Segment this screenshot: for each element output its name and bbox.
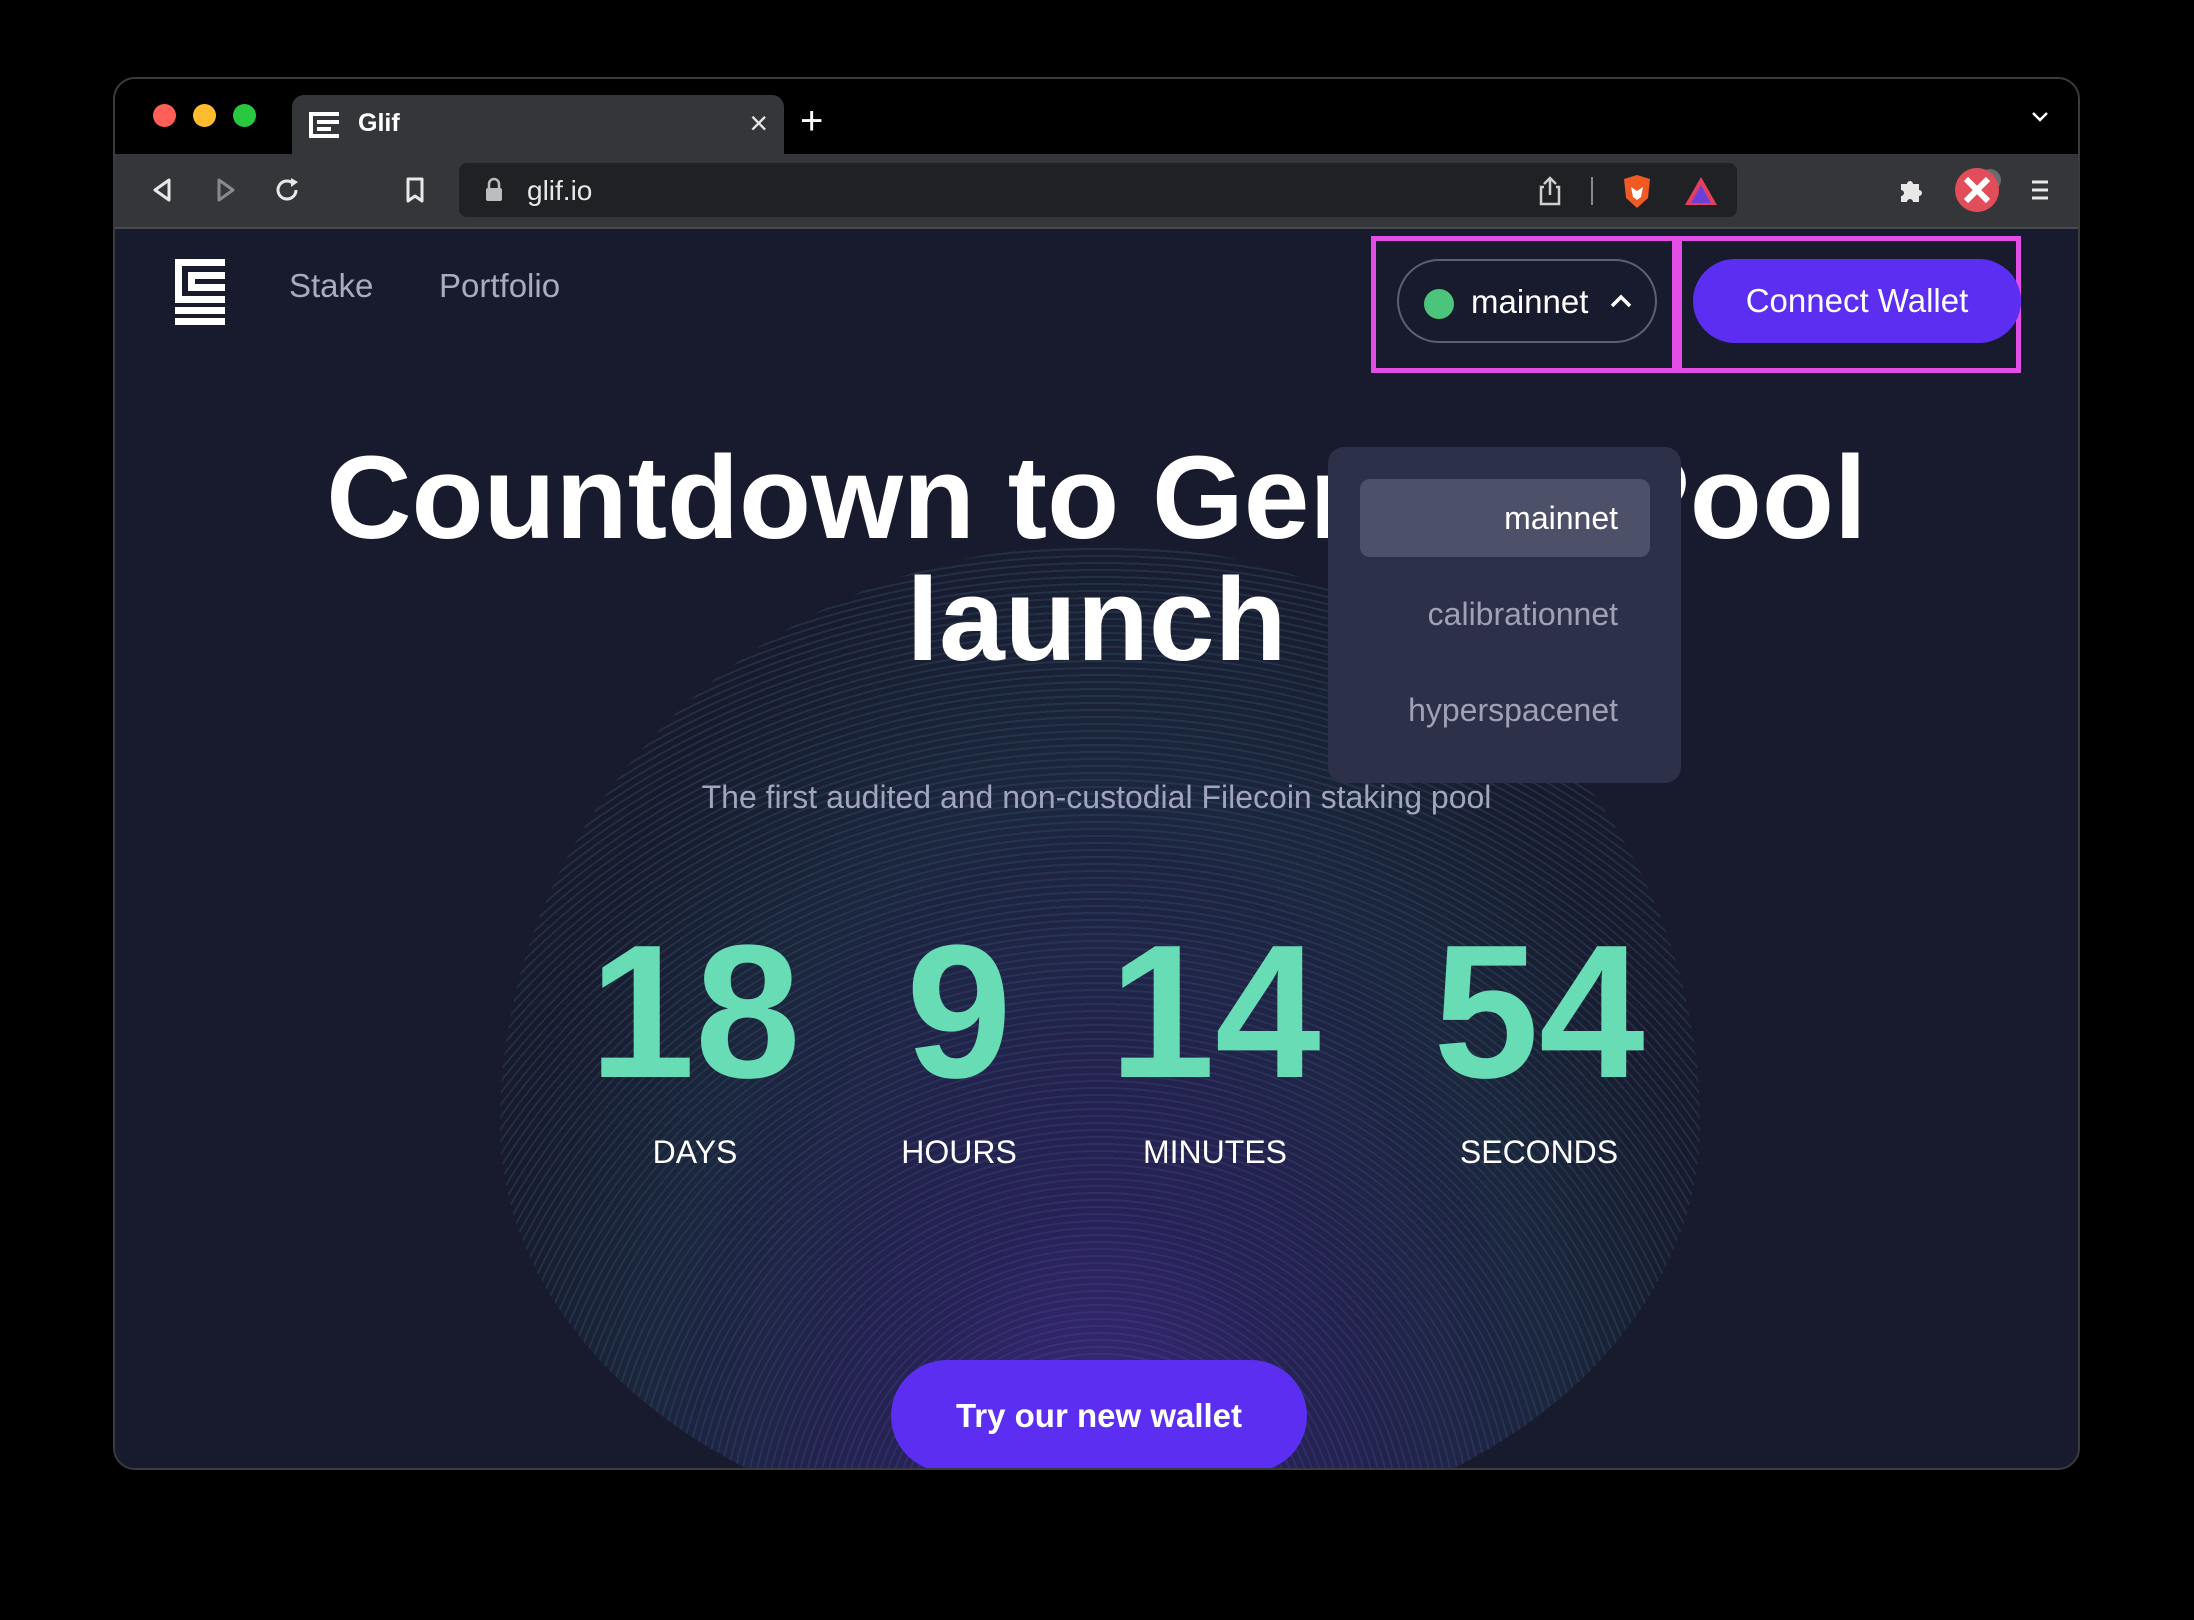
try-new-wallet-button[interactable]: Try our new wallet — [891, 1360, 1307, 1468]
browser-window: Glif × + glif.io Stake Portfolio mainnet… — [113, 77, 2080, 1470]
bookmark-icon[interactable] — [397, 172, 433, 208]
countdown-days: 18 — [589, 906, 801, 1118]
back-icon[interactable] — [145, 172, 181, 208]
countdown-minutes: 14 — [1109, 906, 1321, 1118]
menu-icon[interactable] — [2022, 172, 2058, 208]
countdown-seconds-label: SECONDS — [1459, 1134, 1619, 1170]
profile-avatar-icon[interactable] — [1954, 167, 2000, 213]
glif-page: Stake Portfolio mainnet Connect Wallet C… — [115, 229, 2078, 1468]
network-selector-button[interactable]: mainnet — [1397, 259, 1657, 343]
maximize-window-button[interactable] — [233, 104, 256, 127]
page-title: Countdown to GenesisPool launch — [115, 437, 2078, 681]
page-subtitle: The first audited and non-custodial File… — [701, 779, 1492, 815]
network-label: mainnet — [1471, 283, 1589, 320]
network-option-mainnet[interactable]: mainnet — [1360, 479, 1650, 557]
network-option-hyperspacenet[interactable]: hyperspacenet — [1360, 671, 1650, 749]
glif-logo-icon[interactable] — [175, 259, 225, 325]
nav-portfolio-link[interactable]: Portfolio — [439, 267, 560, 305]
brave-rewards-icon[interactable] — [1683, 175, 1719, 207]
forward-icon[interactable] — [207, 172, 243, 208]
address-bar[interactable]: glif.io 2 — [459, 163, 2001, 217]
browser-tab[interactable]: Glif × — [292, 95, 784, 154]
minimize-window-button[interactable] — [193, 104, 216, 127]
chevron-down-icon[interactable] — [2030, 107, 2050, 127]
extensions-icon[interactable] — [1893, 172, 1929, 208]
countdown-days-label: DAYS — [652, 1134, 738, 1170]
countdown-seconds: 54 — [1433, 906, 1645, 1118]
connect-wallet-button[interactable]: Connect Wallet — [1693, 259, 2021, 343]
tab-close-icon[interactable]: × — [749, 105, 768, 141]
countdown-minutes-label: MINUTES — [1143, 1134, 1287, 1170]
network-dropdown-menu: mainnet calibrationnet hyperspacenet — [1328, 447, 1681, 783]
brave-shield-icon[interactable] — [1619, 173, 1655, 211]
toolbar-divider — [1591, 177, 1593, 205]
new-tab-button[interactable]: + — [800, 101, 823, 141]
url-text: glif.io — [527, 175, 593, 206]
chevron-up-icon — [1610, 294, 1632, 308]
countdown-hours: 9 — [906, 906, 1012, 1118]
nav-stake-link[interactable]: Stake — [289, 267, 373, 305]
headline-line-2: launch — [906, 554, 1287, 686]
tab-title: Glif — [358, 109, 400, 137]
share-icon[interactable] — [1535, 175, 1565, 207]
close-window-button[interactable] — [153, 104, 176, 127]
browser-toolbar: glif.io 2 — [115, 154, 2078, 229]
network-status-dot — [1424, 289, 1454, 319]
glif-favicon-icon — [309, 112, 339, 138]
reload-icon[interactable] — [269, 172, 305, 208]
tab-bar: Glif × + — [115, 79, 2078, 154]
headline-line-1: Countdown to GenesisPool — [326, 432, 1867, 564]
lock-icon — [486, 177, 502, 201]
countdown-hours-label: HOURS — [901, 1134, 1017, 1170]
network-option-calibrationnet[interactable]: calibrationnet — [1360, 575, 1650, 653]
